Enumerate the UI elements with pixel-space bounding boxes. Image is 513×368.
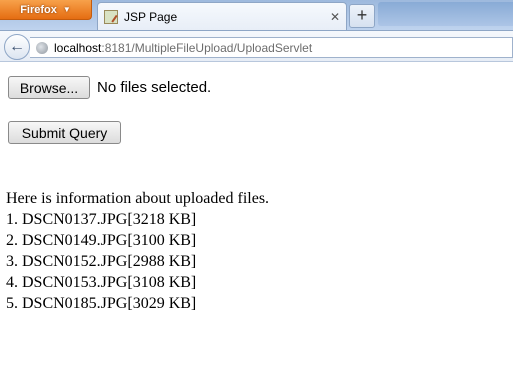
tab-title: JSP Page xyxy=(124,9,178,24)
new-tab-button[interactable]: + xyxy=(349,4,375,28)
url-bar[interactable]: localhost:8181/MultipleFileUpload/Upload… xyxy=(30,37,513,58)
list-item: 3. DSCN0152.JPG[2988 KB] xyxy=(6,253,197,270)
list-item: 5. DSCN0185.JPG[3029 KB] xyxy=(6,295,197,312)
list-item: 2. DSCN0149.JPG[3100 KB] xyxy=(6,232,197,249)
list-item: 4. DSCN0153.JPG[3108 KB] xyxy=(6,274,197,291)
file-selection-status: No files selected. xyxy=(97,79,212,96)
page-favicon-icon xyxy=(104,9,118,24)
firefox-menu-label: Firefox xyxy=(20,3,57,16)
url-path: :8181/MultipleFileUpload/UploadServlet xyxy=(101,40,313,55)
upload-info-heading: Here is information about uploaded files… xyxy=(6,190,270,207)
navigation-bar: localhost:8181/MultipleFileUpload/Upload… xyxy=(0,30,513,62)
url-text: localhost:8181/MultipleFileUpload/Upload… xyxy=(54,41,312,55)
page-content: Browse... No files selected. Submit Quer… xyxy=(0,63,513,368)
upload-info: Here is information about uploaded files… xyxy=(6,188,269,314)
browser-chrome: Firefox ▼ JSP Page ✕ + localhost:8181/Mu… xyxy=(0,0,513,63)
close-tab-icon[interactable]: ✕ xyxy=(328,10,342,24)
background-window xyxy=(378,2,513,26)
firefox-menu-button[interactable]: Firefox ▼ xyxy=(0,0,92,20)
list-item: 1. DSCN0137.JPG[3218 KB] xyxy=(6,211,197,228)
file-input[interactable]: Browse... No files selected. xyxy=(8,76,211,99)
site-identity-globe-icon[interactable] xyxy=(36,41,48,54)
tab-jsp-page[interactable]: JSP Page ✕ xyxy=(97,2,347,30)
submit-query-button[interactable]: Submit Query xyxy=(8,121,121,144)
back-arrow-icon[interactable]: ← xyxy=(4,34,30,60)
browse-button[interactable]: Browse... xyxy=(8,76,90,99)
dropdown-arrow-icon: ▼ xyxy=(62,5,71,14)
tab-strip: Firefox ▼ JSP Page ✕ + xyxy=(0,0,513,30)
url-host: localhost xyxy=(54,40,102,55)
